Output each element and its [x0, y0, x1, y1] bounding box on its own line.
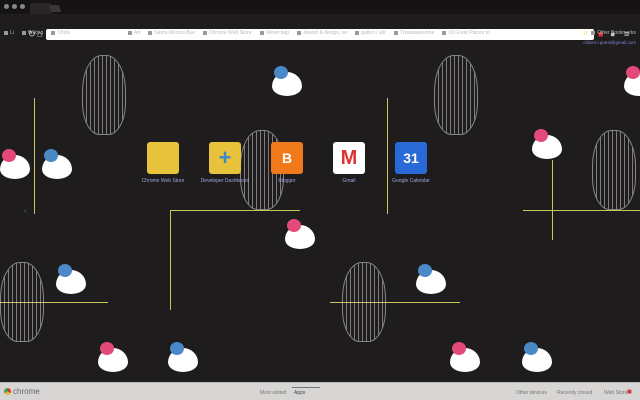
blogger-icon: B — [271, 142, 303, 174]
bird-image — [285, 219, 315, 249]
bird-image — [0, 149, 30, 179]
web-store-icon[interactable]: ■ — [627, 387, 632, 396]
tab-strip — [0, 0, 640, 14]
chrome-logo: chrome — [4, 387, 40, 396]
bookmark[interactable]: Chrome Web Store — [202, 30, 252, 36]
birdcage-image — [342, 262, 386, 342]
bookmark[interactable]: Chick — [51, 30, 70, 36]
page-icon — [148, 30, 153, 35]
folder-icon — [591, 30, 596, 35]
folder-icon — [127, 30, 132, 35]
app-gmail[interactable]: M Gmail — [324, 142, 374, 184]
developer-dashboard-icon: + — [209, 142, 241, 174]
birdcage-image — [434, 55, 478, 135]
bookmark[interactable]: Velvet bag — [259, 30, 289, 36]
bird-image — [522, 342, 552, 372]
prev-page-arrow-icon[interactable]: ‹ — [24, 206, 27, 215]
birdcage-image — [592, 130, 636, 210]
toolbar: ↻ ⌂ ☆ ■ ● ≡ — [0, 14, 640, 40]
user-email[interactable]: citizen.t.guest@gmail.com — [583, 40, 636, 45]
bird-image — [624, 66, 640, 96]
minimize-window-button[interactable] — [12, 4, 17, 9]
web-store-link[interactable]: Web Store — [604, 390, 628, 396]
bookmark[interactable]: Writing — [21, 30, 43, 36]
bookmark[interactable]: gallon / ukr — [355, 30, 386, 36]
page-icon — [296, 30, 301, 35]
app-google-calendar[interactable]: 31 Google Calendar — [386, 142, 436, 184]
decor-line — [170, 210, 300, 211]
birdcage-image — [82, 55, 126, 135]
bird-image — [416, 264, 446, 294]
bookmarks-bar: Li Writing Chick Art Santa Monica Bye Ch… — [0, 28, 640, 37]
page-icon — [51, 30, 56, 35]
theme-background — [0, 0, 640, 400]
tab-apps[interactable]: Apps — [291, 387, 321, 396]
bookmark[interactable]: Thisisawesome — [393, 30, 434, 36]
decor-line — [0, 302, 108, 303]
store-icon — [202, 30, 207, 35]
bookmark[interactable]: Art — [127, 30, 140, 36]
bird-image — [532, 129, 562, 159]
tab-most-visited[interactable]: Most visited — [260, 390, 286, 396]
apps-grid: Chrome Web Store + Developer Dashboard B… — [138, 142, 436, 184]
decor-line — [170, 210, 171, 310]
chrome-logo-icon — [4, 388, 11, 395]
decor-line — [523, 210, 640, 211]
folder-icon — [259, 30, 264, 35]
bird-image — [42, 149, 72, 179]
other-devices-link[interactable]: Other devices — [516, 390, 547, 396]
bookmark[interactable]: 10 Great Places to — [442, 30, 490, 36]
bird-image — [272, 66, 302, 96]
decor-line — [330, 302, 460, 303]
close-window-button[interactable] — [4, 4, 9, 9]
chrome-web-store-icon — [147, 142, 179, 174]
decor-line — [34, 98, 35, 214]
gmail-icon: M — [333, 142, 365, 174]
recently-closed-link[interactable]: Recently closed — [557, 390, 592, 396]
bookmark[interactable]: Santa Monica Bye — [148, 30, 195, 36]
bird-image — [168, 342, 198, 372]
birdcage-image — [0, 262, 44, 342]
decor-line — [552, 160, 553, 240]
other-bookmarks[interactable]: Other Bookmarks — [591, 30, 636, 36]
page-icon — [442, 30, 447, 35]
app-blogger[interactable]: B Blogger — [262, 142, 312, 184]
maximize-window-button[interactable] — [20, 4, 25, 9]
page-icon — [355, 30, 360, 35]
bookmark[interactable]: Li — [4, 30, 14, 36]
bird-image — [56, 264, 86, 294]
google-calendar-icon: 31 — [395, 142, 427, 174]
bookmark[interactable]: Jewish & design, an — [296, 30, 347, 36]
app-developer-dashboard[interactable]: + Developer Dashboard — [200, 142, 250, 184]
bird-image — [98, 342, 128, 372]
folder-icon — [4, 30, 8, 35]
folder-icon — [21, 30, 26, 35]
app-chrome-web-store[interactable]: Chrome Web Store — [138, 142, 188, 184]
page-icon — [393, 30, 398, 35]
new-tab-button[interactable] — [48, 5, 62, 12]
bird-image — [450, 342, 480, 372]
ntp-footer: chrome Most visited Apps Other devices R… — [0, 382, 640, 400]
